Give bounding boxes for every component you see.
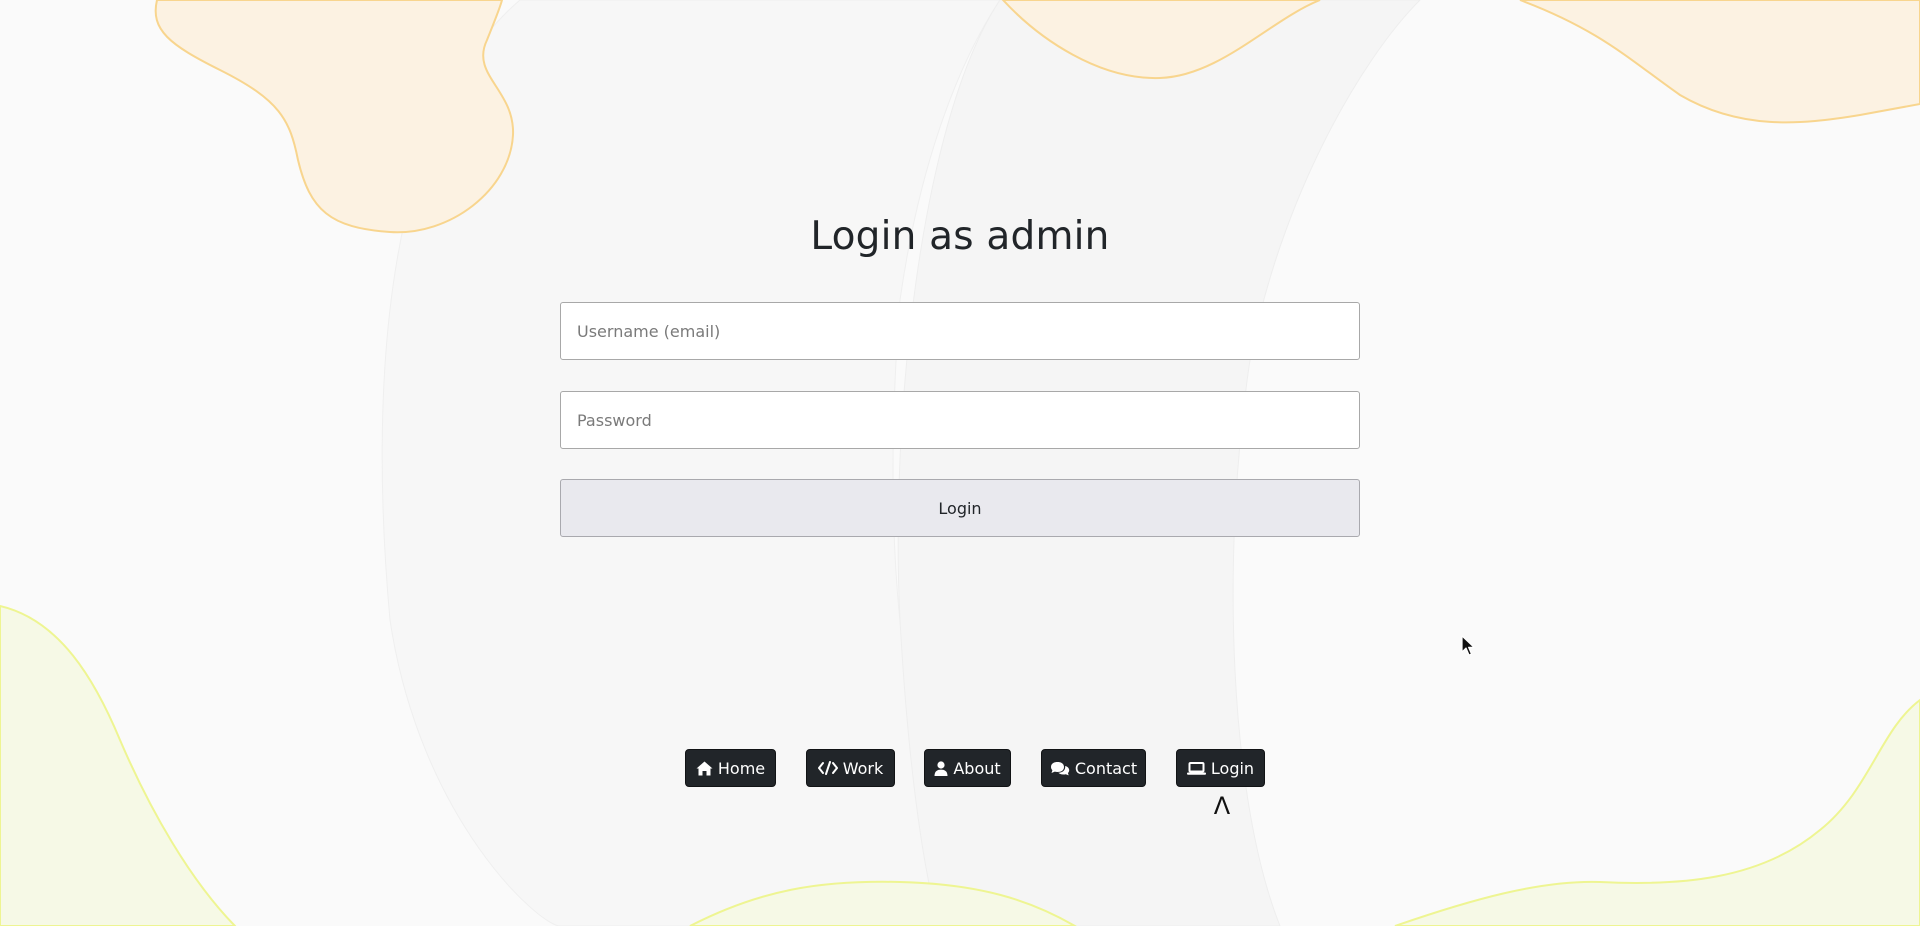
blob-top-right [1519, 0, 1920, 124]
blob-bottom-left [0, 604, 237, 926]
user-icon [934, 760, 948, 776]
page: Login as admin Login Home Work About Con… [0, 0, 1920, 926]
nav-work-label: Work [842, 758, 884, 778]
nav-about-button[interactable]: About [924, 749, 1011, 787]
nav-login-button[interactable]: Login [1176, 749, 1265, 787]
blob-top-left [154, 0, 515, 234]
login-submit-button[interactable]: Login [560, 479, 1360, 537]
code-icon [817, 761, 838, 775]
background-band-right [897, 0, 1421, 926]
home-icon [696, 761, 713, 775]
blob-bottom-right [1394, 698, 1920, 926]
nav-home-button[interactable]: Home [685, 749, 776, 787]
laptop-icon [1186, 761, 1206, 775]
password-input[interactable] [560, 391, 1360, 449]
nav-contact-label: Contact [1074, 758, 1138, 778]
nav-home-label: Home [717, 758, 766, 778]
nav-about-label: About [953, 758, 1001, 778]
nav-work-button[interactable]: Work [806, 749, 895, 787]
nav-login-label: Login [1210, 758, 1255, 778]
chat-icon [1050, 761, 1070, 775]
mouse-cursor-icon [1461, 635, 1475, 656]
nav-contact-button[interactable]: Contact [1041, 749, 1146, 787]
background-decoration [0, 0, 1920, 926]
page-title: Login as admin [810, 214, 1110, 259]
username-input[interactable] [560, 302, 1360, 360]
active-nav-indicator: Λ [1213, 792, 1231, 820]
